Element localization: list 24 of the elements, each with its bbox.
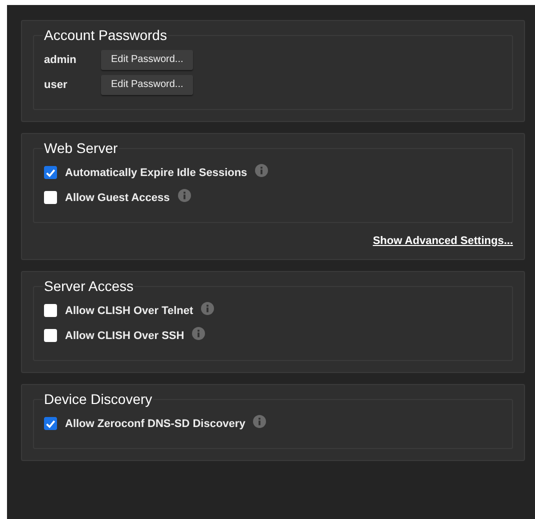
section-title: Device Discovery bbox=[43, 391, 154, 407]
info-icon[interactable] bbox=[201, 302, 214, 315]
checkbox[interactable] bbox=[44, 329, 57, 342]
info-icon[interactable] bbox=[253, 415, 266, 428]
checkbox[interactable] bbox=[44, 191, 57, 204]
checkbox[interactable] bbox=[44, 304, 57, 317]
checkbox[interactable] bbox=[44, 166, 57, 179]
edit-password-button[interactable]: Edit Password... bbox=[101, 74, 194, 94]
checkbox[interactable] bbox=[44, 417, 57, 430]
checkbox-label: Allow CLISH Over SSH bbox=[65, 330, 184, 342]
section-title: Server Access bbox=[43, 278, 134, 294]
checkbox-label: Allow CLISH Over Telnet bbox=[65, 304, 194, 316]
section-title: Web Server bbox=[43, 140, 119, 156]
info-icon[interactable] bbox=[192, 327, 206, 340]
edit-password-button[interactable]: Edit Password... bbox=[101, 50, 194, 70]
checkbox-label: Allow Guest Access bbox=[65, 192, 170, 204]
account-name: admin bbox=[44, 54, 78, 66]
info-icon[interactable] bbox=[178, 189, 191, 202]
account-name: user bbox=[44, 78, 68, 90]
section-title: Account Passwords bbox=[43, 27, 168, 43]
checkbox-label: Allow Zeroconf DNS-SD Discovery bbox=[65, 418, 246, 430]
advanced-settings-link[interactable]: Show Advanced Settings... bbox=[372, 235, 513, 247]
checkbox-label: Automatically Expire Idle Sessions bbox=[65, 166, 248, 178]
info-icon[interactable] bbox=[255, 164, 268, 177]
